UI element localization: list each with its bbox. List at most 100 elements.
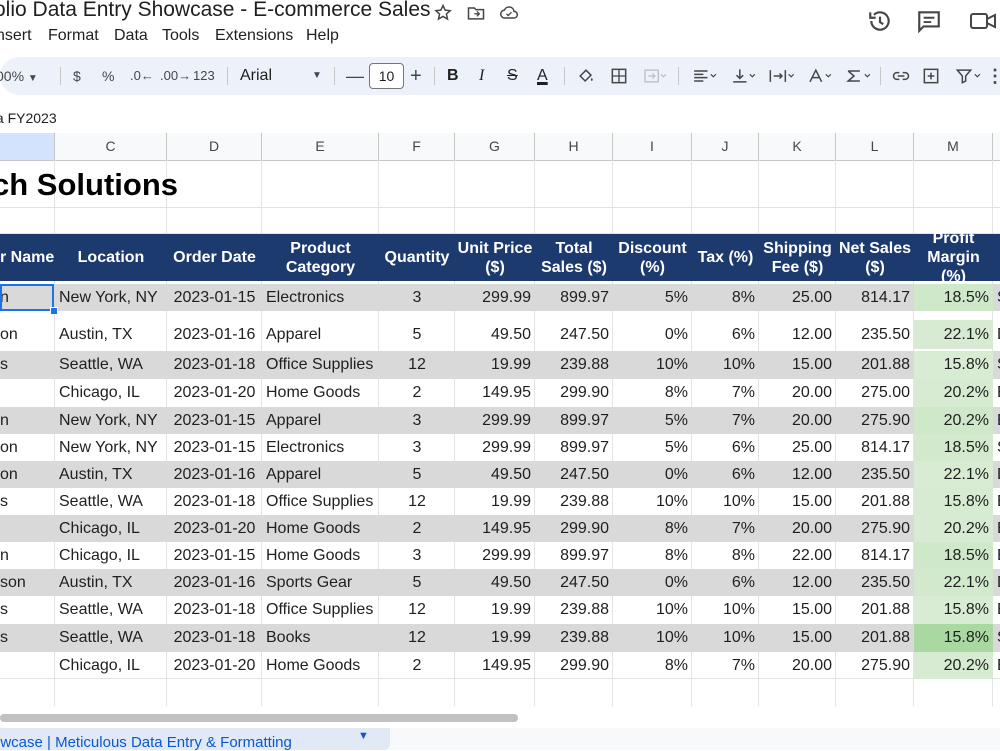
column-heading-tax[interactable]: Tax (%) (692, 234, 759, 281)
cell-net-sales[interactable]: 201.88 (836, 624, 914, 652)
cell-next-column[interactable]: E (993, 407, 1000, 434)
cell-location[interactable]: Austin, TX (55, 320, 167, 349)
cell-discount[interactable]: 10% (613, 488, 692, 515)
cell-profit-margin[interactable]: 15.8% (914, 488, 993, 515)
cell-tax[interactable]: 10% (692, 351, 759, 379)
cell-next-column[interactable]: D (993, 569, 1000, 596)
cell-shipping-fee[interactable]: 15.00 (759, 488, 836, 515)
column-heading-net-sales[interactable]: Net Sales ($) (836, 234, 914, 281)
cell-tax[interactable]: 10% (692, 488, 759, 515)
menu-help[interactable]: Help (306, 27, 339, 45)
cell-net-sales[interactable]: 275.90 (836, 652, 914, 679)
cell-product-category[interactable]: Home Goods (262, 542, 379, 569)
text-rotation-icon[interactable] (804, 66, 836, 86)
cell-order-date[interactable]: 2023-01-16 (167, 461, 262, 488)
cell-next-column[interactable]: E (993, 515, 1000, 542)
cell-customer-name[interactable]: son (0, 569, 55, 596)
move-to-folder-icon[interactable] (466, 3, 486, 23)
cell-quantity[interactable]: 3 (379, 434, 455, 461)
cell-shipping-fee[interactable]: 20.00 (759, 652, 836, 679)
cell-total-sales[interactable]: 299.90 (535, 515, 613, 542)
cell-discount[interactable]: 8% (613, 542, 692, 569)
cell-location[interactable]: Seattle, WA (55, 596, 167, 624)
cell-location[interactable]: Chicago, IL (55, 542, 167, 569)
cell-profit-margin[interactable]: 18.5% (914, 542, 993, 569)
cell-shipping-fee[interactable]: 25.00 (759, 284, 836, 311)
cell-location[interactable]: Austin, TX (55, 569, 167, 596)
cell-location[interactable]: Chicago, IL (55, 379, 167, 407)
column-header-l[interactable]: L (836, 133, 914, 160)
cell-location[interactable]: Seattle, WA (55, 351, 167, 379)
cell-next-column[interactable]: S (993, 351, 1000, 379)
formula-bar[interactable]: ta FY2023 (0, 103, 1000, 134)
cell-profit-margin[interactable]: 15.8% (914, 624, 993, 652)
cell-customer-name[interactable]: on (0, 434, 55, 461)
cell-shipping-fee[interactable]: 22.00 (759, 542, 836, 569)
cell-net-sales[interactable]: 275.00 (836, 379, 914, 407)
cell-total-sales[interactable]: 247.50 (535, 320, 613, 349)
cell-tax[interactable]: 7% (692, 407, 759, 434)
column-header-b[interactable] (0, 133, 55, 160)
sheet-tab[interactable]: owcase | Meticulous Data Entry & Formatt… (0, 728, 390, 751)
increase-decimal-button[interactable]: .00→ (160, 57, 191, 95)
cell-unit-price[interactable]: 19.99 (455, 596, 535, 624)
spreadsheet-grid[interactable]: C D E F G H I J K L M ch Solutions r Nam… (0, 133, 1000, 706)
cell-total-sales[interactable]: 239.88 (535, 596, 613, 624)
cell-quantity[interactable]: 2 (379, 652, 455, 679)
cell-profit-margin[interactable]: 20.2% (914, 515, 993, 542)
cell-location[interactable]: Chicago, IL (55, 652, 167, 679)
cell-product-category[interactable]: Electronics (262, 284, 379, 311)
insert-link-icon[interactable] (890, 66, 912, 86)
cell-profit-margin[interactable]: 22.1% (914, 320, 993, 349)
cell-discount[interactable]: 5% (613, 407, 692, 434)
cell-location[interactable]: Austin, TX (55, 461, 167, 488)
cell-next-column[interactable]: S (993, 284, 1000, 311)
column-heading-customer-name[interactable]: r Name (0, 234, 55, 281)
cell-quantity[interactable]: 2 (379, 379, 455, 407)
cell-unit-price[interactable]: 19.99 (455, 488, 535, 515)
cell-shipping-fee[interactable]: 25.00 (759, 434, 836, 461)
cell-total-sales[interactable]: 239.88 (535, 624, 613, 652)
cell-location[interactable]: Chicago, IL (55, 515, 167, 542)
sheet-title-cell[interactable]: ch Solutions (0, 167, 178, 203)
horizontal-scrollbar[interactable] (0, 714, 518, 722)
cell-order-date[interactable]: 2023-01-15 (167, 542, 262, 569)
cell-discount[interactable]: 5% (613, 284, 692, 311)
cell-unit-price[interactable]: 149.95 (455, 379, 535, 407)
cell-shipping-fee[interactable]: 20.00 (759, 379, 836, 407)
cell-product-category[interactable]: Apparel (262, 320, 379, 349)
cell-product-category[interactable]: Books (262, 624, 379, 652)
menu-data[interactable]: Data (114, 27, 148, 45)
filter-icon[interactable] (952, 66, 986, 86)
cell-tax[interactable]: 7% (692, 652, 759, 679)
cell-shipping-fee[interactable]: 20.00 (759, 407, 836, 434)
cell-total-sales[interactable]: 899.97 (535, 407, 613, 434)
column-heading-location[interactable]: Location (55, 234, 167, 281)
column-heading-total-sales[interactable]: Total Sales ($) (535, 234, 613, 281)
cell-unit-price[interactable]: 19.99 (455, 351, 535, 379)
cell-unit-price[interactable]: 299.99 (455, 542, 535, 569)
cell-profit-margin[interactable]: 15.8% (914, 351, 993, 379)
cell-next-column[interactable]: E (993, 596, 1000, 624)
cell-shipping-fee[interactable]: 15.00 (759, 351, 836, 379)
cell-total-sales[interactable]: 899.97 (535, 434, 613, 461)
cell-customer-name[interactable] (0, 652, 55, 679)
cell-discount[interactable]: 5% (613, 434, 692, 461)
cell-next-column[interactable]: D (993, 461, 1000, 488)
cell-discount[interactable]: 10% (613, 624, 692, 652)
cell-discount[interactable]: 0% (613, 320, 692, 349)
cell-quantity[interactable]: 5 (379, 569, 455, 596)
cell-net-sales[interactable]: 235.50 (836, 320, 914, 349)
menu-tools[interactable]: Tools (162, 27, 199, 45)
cell-next-column[interactable]: E (993, 652, 1000, 679)
cell-net-sales[interactable]: 201.88 (836, 351, 914, 379)
cell-unit-price[interactable]: 19.99 (455, 624, 535, 652)
cell-customer-name[interactable]: s (0, 624, 55, 652)
cell-quantity[interactable]: 2 (379, 515, 455, 542)
cell-discount[interactable]: 8% (613, 379, 692, 407)
italic-icon[interactable]: I (479, 57, 484, 95)
cell-profit-margin[interactable]: 18.5% (914, 284, 993, 311)
cell-product-category[interactable]: Apparel (262, 407, 379, 434)
cell-product-category[interactable]: Home Goods (262, 652, 379, 679)
cell-tax[interactable]: 7% (692, 379, 759, 407)
